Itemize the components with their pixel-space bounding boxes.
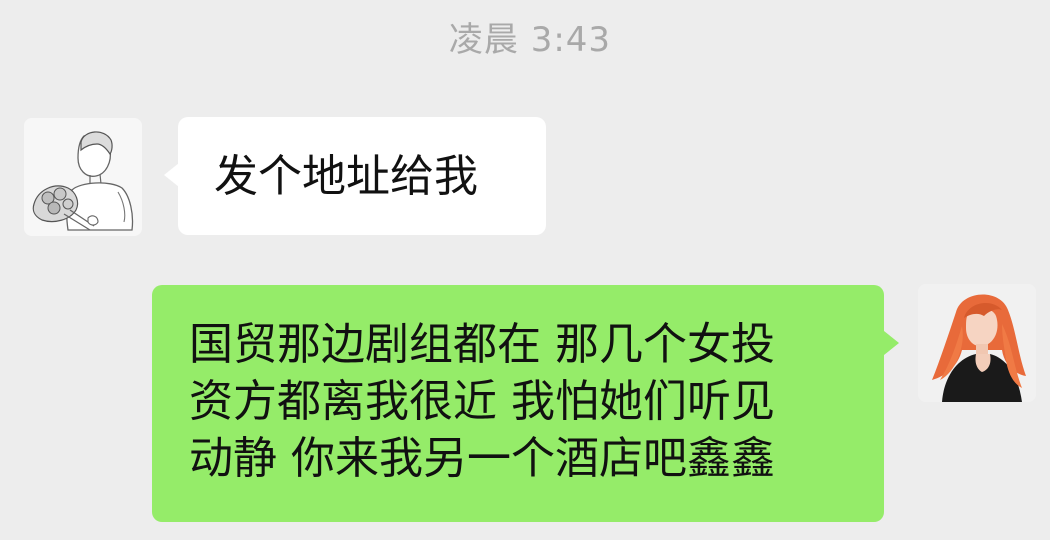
- message-timestamp: 凌晨 3:43: [448, 20, 612, 60]
- my-avatar[interactable]: [918, 284, 1036, 402]
- bubble-tail: [884, 331, 899, 355]
- chat-window: 凌晨 3:43 发个地址给我 国贸那边剧组都在 那几个女投 资方都离我很近 我怕…: [0, 0, 1050, 540]
- sketch-boy-with-flowers-avatar-icon: [24, 118, 142, 236]
- incoming-message-text: 发个地址给我: [214, 151, 478, 202]
- outgoing-message-bubble[interactable]: 国贸那边剧组都在 那几个女投 资方都离我很近 我怕她们听见 动静 你来我另一个酒…: [152, 285, 899, 522]
- contact-avatar[interactable]: [24, 118, 142, 236]
- incoming-message-bubble[interactable]: 发个地址给我: [164, 117, 546, 235]
- message-line: 国贸那边剧组都在 那几个女投: [189, 319, 775, 370]
- outgoing-message-text: 国贸那边剧组都在 那几个女投 资方都离我很近 我怕她们听见 动静 你来我另一个酒…: [189, 316, 859, 487]
- message-line: 动静 你来我另一个酒店吧鑫鑫: [189, 433, 775, 484]
- message-line: 资方都离我很近 我怕她们听见: [189, 376, 775, 427]
- bubble-tail: [164, 163, 179, 187]
- red-haired-woman-avatar-icon: [918, 284, 1036, 402]
